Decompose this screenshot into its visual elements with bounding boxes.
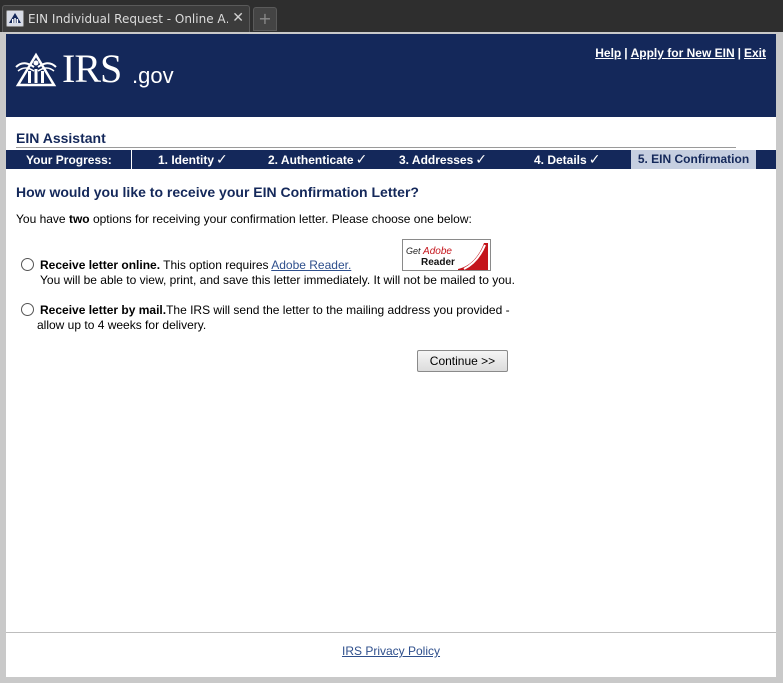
irs-favicon-icon: [6, 10, 24, 27]
get-adobe-reader-badge[interactable]: Get Adobe Reader: [402, 239, 491, 271]
option-online-line1: Receive letter online. This option requi…: [40, 258, 351, 273]
intro-text-end: options for receiving your confirmation …: [89, 212, 472, 226]
privacy-policy-link[interactable]: IRS Privacy Policy: [342, 644, 440, 658]
header-links: Help | Apply for New EIN | Exit: [595, 46, 766, 60]
checkmark-icon: ✓: [216, 151, 228, 167]
irs-header: IRS .gov Help | Apply for New EIN | Exit: [6, 34, 776, 117]
checkmark-icon: ✓: [355, 151, 368, 167]
option-online-title: Receive letter online.: [40, 258, 161, 272]
receive-by-mail-radio[interactable]: [21, 303, 34, 316]
progress-bar: Your Progress: 1. Identity ✓ 2. Authentic…: [6, 150, 776, 169]
option-online-text: This option requires: [160, 258, 272, 272]
progress-step-addresses: 3. Addresses ✓: [399, 151, 487, 167]
continue-button[interactable]: Continue >>: [417, 350, 508, 372]
progress-step-authenticate: 2. Authenticate ✓: [268, 151, 368, 167]
checkmark-icon: ✓: [475, 151, 487, 167]
footer-divider: [6, 632, 776, 633]
title-divider: [16, 147, 736, 148]
irs-eagle-icon: [15, 52, 57, 87]
option-mail-line2: allow up to 4 weeks for delivery.: [37, 318, 207, 332]
step-label: 4. Details: [534, 153, 587, 167]
browser-tab[interactable]: EIN Individual Request - Online A… ✕: [2, 5, 250, 32]
web-page: IRS .gov Help | Apply for New EIN | Exit EIN…: [6, 34, 776, 677]
intro-text: You have two options for receiving your …: [16, 212, 472, 226]
browser-tab-strip: EIN Individual Request - Online A… ✕ +: [0, 0, 783, 32]
adobe-reader-link[interactable]: Adobe Reader.: [271, 258, 351, 272]
new-tab-button[interactable]: +: [253, 7, 277, 31]
link-separator: |: [737, 46, 741, 60]
logo-gov-text: .gov: [132, 63, 174, 88]
step-label: 3. Addresses: [399, 153, 474, 167]
intro-emphasis: two: [68, 212, 90, 226]
browser-viewport: IRS .gov Help | Apply for New EIN | Exit EIN…: [0, 32, 783, 683]
help-link[interactable]: Help: [595, 46, 621, 60]
receive-online-radio[interactable]: [21, 258, 34, 271]
option-mail-text: The IRS will send the letter to the mail…: [166, 303, 510, 317]
footer: IRS Privacy Policy: [6, 644, 776, 658]
badge-get-label: Get: [406, 246, 421, 256]
apply-for-new-ein-link[interactable]: Apply for New EIN: [631, 46, 735, 60]
link-separator: |: [624, 46, 628, 60]
step-label: 2. Authenticate: [268, 153, 354, 167]
page-title: EIN Assistant: [16, 130, 106, 146]
badge-adobe-label: Adobe: [423, 246, 452, 257]
step-label: 1. Identity: [158, 153, 215, 167]
tab-title: EIN Individual Request - Online A…: [28, 12, 228, 26]
progress-step-ein-confirmation: 5. EIN Confirmation: [631, 150, 756, 169]
badge-get-text: Get Adobe: [406, 246, 452, 257]
progress-step-identity: 1. Identity ✓: [158, 151, 228, 167]
adobe-reader-icon: [458, 243, 488, 270]
option-mail-line1: Receive letter by mail.The IRS will send…: [40, 303, 510, 318]
intro-text-start: You have: [16, 212, 69, 226]
option-online-line2: You will be able to view, print, and sav…: [40, 273, 515, 287]
checkmark-icon: ✓: [588, 151, 601, 167]
progress-label: Your Progress:: [26, 153, 112, 167]
logo-irs-text: IRS: [62, 46, 122, 91]
progress-step-details: 4. Details ✓: [534, 151, 601, 167]
badge-reader-label: Reader: [421, 257, 455, 268]
option-mail-title: Receive letter by mail.: [40, 303, 167, 317]
close-tab-icon[interactable]: ✕: [232, 10, 244, 26]
progress-divider: [131, 150, 132, 169]
question-heading: How would you like to receive your EIN C…: [16, 184, 419, 200]
exit-link[interactable]: Exit: [744, 46, 766, 60]
